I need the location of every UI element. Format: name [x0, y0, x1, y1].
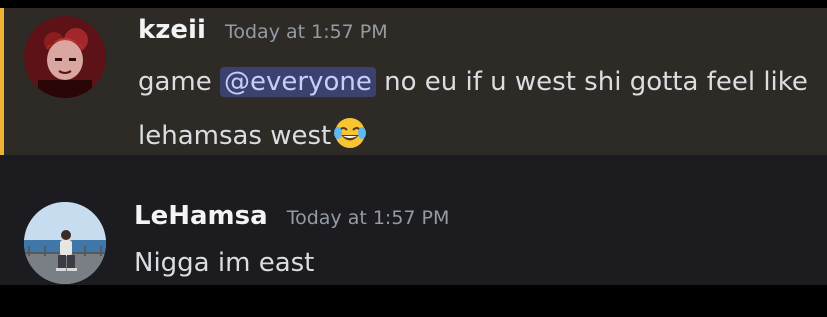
- message-content: Nigga im east: [134, 236, 814, 285]
- message-header: kzeii Today at 1:57 PM: [138, 15, 388, 45]
- everyone-mention[interactable]: @everyone: [220, 67, 376, 97]
- timestamp: Today at 1:57 PM: [286, 207, 450, 229]
- avatar[interactable]: [24, 16, 106, 98]
- avatar[interactable]: [24, 202, 106, 284]
- timestamp: Today at 1:57 PM: [224, 21, 388, 43]
- message[interactable]: LeHamsa Today at 1:57 PM Nigga im east: [0, 194, 827, 285]
- message-mention-highlighted[interactable]: kzeii Today at 1:57 PM game @everyone no…: [0, 8, 827, 155]
- message-content: game @everyone no eu if u west shi gotta…: [138, 55, 818, 169]
- username[interactable]: kzeii: [138, 15, 206, 45]
- username[interactable]: LeHamsa: [134, 201, 268, 231]
- avatar-image-red-anime-character: [24, 16, 106, 98]
- message-text: Nigga im east: [134, 248, 315, 278]
- message-header: LeHamsa Today at 1:57 PM: [134, 201, 449, 231]
- avatar-image-person-by-sea: [24, 202, 106, 284]
- message-text: game: [138, 67, 212, 97]
- chat-message-list: kzeii Today at 1:57 PM game @everyone no…: [0, 8, 827, 285]
- face-with-tears-of-joy-icon: [333, 115, 367, 169]
